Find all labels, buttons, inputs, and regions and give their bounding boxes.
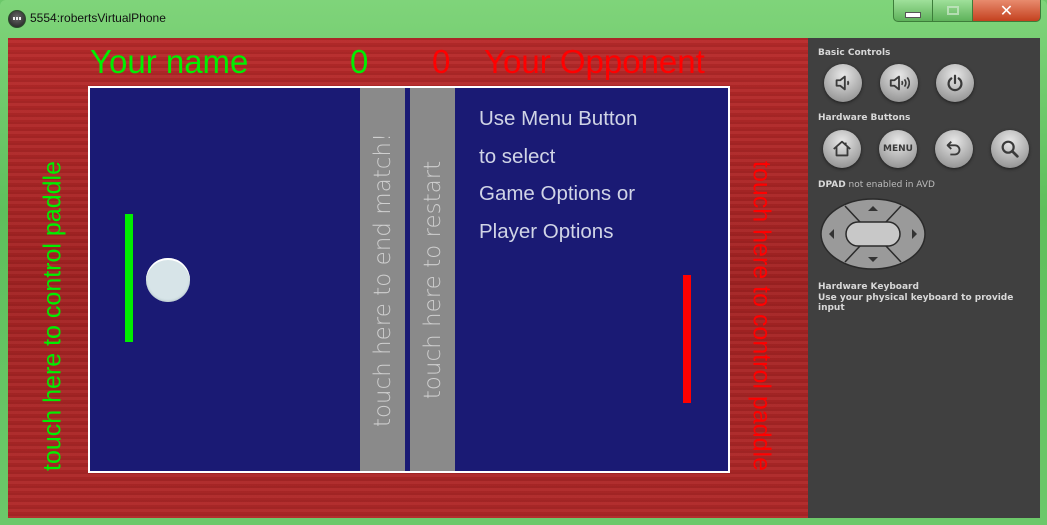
game-court[interactable]: touch here to end match! touch here to r… [88,86,730,473]
minimize-button[interactable] [893,0,933,22]
search-button[interactable] [991,130,1029,168]
power-icon [947,74,963,92]
hardware-keyboard-title: Hardware Keyboard [818,282,919,292]
volume-down-button[interactable] [824,64,862,102]
menu-button[interactable]: MENU [879,130,917,168]
restart-button[interactable]: touch here to restart [410,88,455,471]
restart-label: touch here to restart [419,160,446,399]
back-button[interactable] [935,130,973,168]
window-controls: ✕ [893,0,1041,22]
ball [146,258,190,302]
dpad-label-rest: not enabled in AVD [845,180,935,190]
menu-label: MENU [883,144,913,154]
instruction-line: Player Options [479,219,614,243]
power-button[interactable] [936,64,974,102]
dpad[interactable] [820,198,926,270]
back-icon [946,141,961,156]
emulator-controls-panel: Basic Controls Hardware Buttons MENU DPA… [808,38,1040,518]
opponent-paddle[interactable] [683,275,691,403]
player-paddle[interactable] [125,214,133,342]
close-button[interactable]: ✕ [973,0,1041,22]
emulator-window: 5554:robertsVirtualPhone ✕ Your name 0 0… [0,0,1047,525]
menu-instructions: Use Menu Button to select Game Options o… [479,100,637,250]
opponent-name: Your Opponent [484,43,705,80]
search-icon [1001,140,1019,158]
hardware-buttons-label: Hardware Buttons [818,113,911,123]
device-screen[interactable]: Your name 0 0 Your Opponent touch here t… [8,38,808,518]
dpad-label-bold: DPAD [818,180,846,190]
opponent-score: 0 [432,43,451,80]
player-name: Your name [90,43,249,80]
maximize-icon [946,6,959,15]
close-icon: ✕ [999,1,1014,20]
emulator-app-icon [8,10,26,28]
maximize-button[interactable] [933,0,973,22]
home-button[interactable] [823,130,861,168]
minimize-icon [905,11,921,18]
volume-up-icon [889,75,910,91]
title-bar[interactable]: 5554:robertsVirtualPhone ✕ [0,0,1047,38]
dpad-label: DPAD not enabled in AVD [818,180,935,190]
hardware-keyboard-description: Use your physical keyboard to provide in… [818,293,1014,313]
basic-controls-label: Basic Controls [818,48,891,58]
instruction-line: Game Options or [479,182,636,205]
end-match-button[interactable]: touch here to end match! [360,88,405,471]
left-paddle-touch-zone[interactable]: touch here to control paddle [39,161,68,471]
home-icon [833,140,851,157]
end-match-label: touch here to end match! [369,132,396,427]
volume-down-icon [835,75,850,91]
volume-up-button[interactable] [880,64,918,102]
right-paddle-touch-zone[interactable]: touch here to control paddle [747,161,776,471]
player-score: 0 [350,43,369,80]
instruction-line: Use Menu Button [479,107,638,130]
window-title: 5554:robertsVirtualPhone [30,11,166,25]
instruction-line: to select [479,144,556,168]
